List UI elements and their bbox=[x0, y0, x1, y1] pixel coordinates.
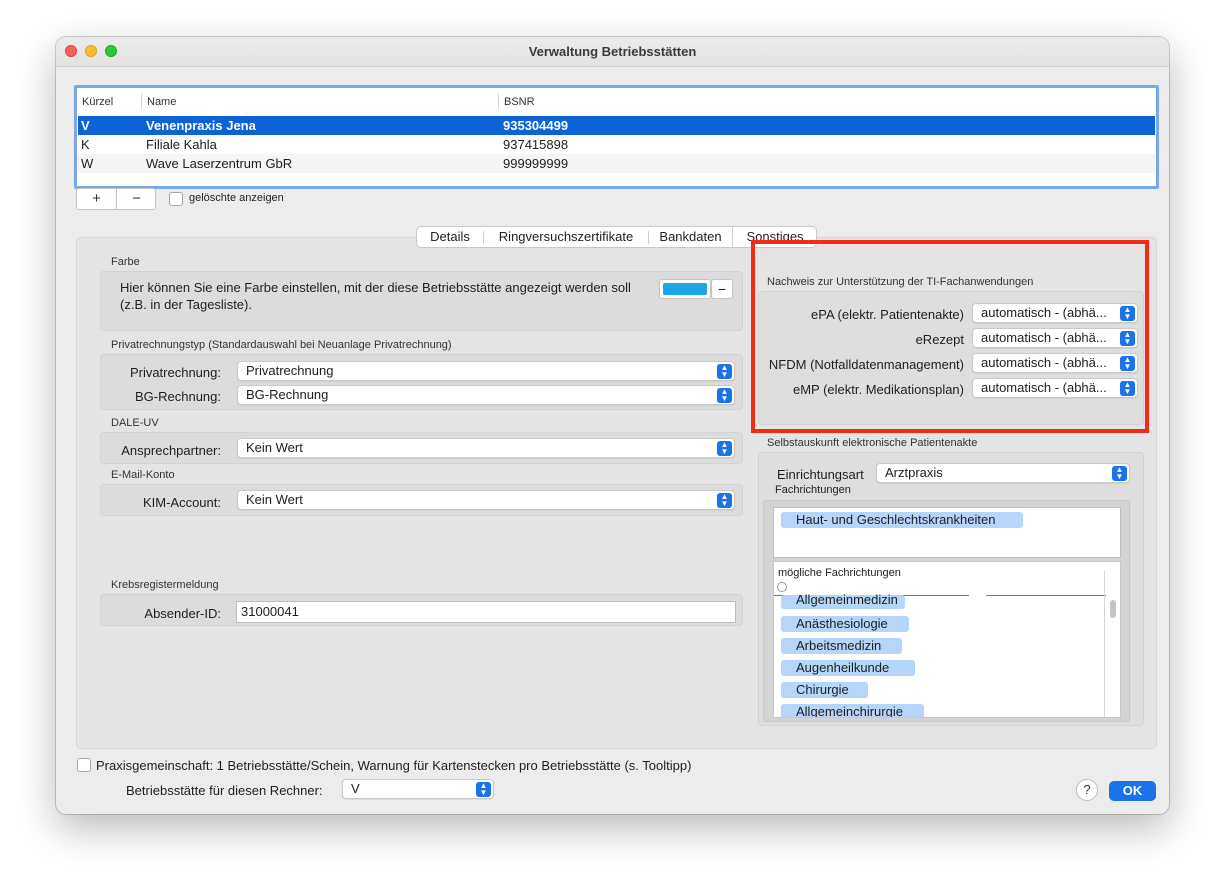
bg-label: BG-Rechnung: bbox=[135, 389, 221, 404]
absender-id-field[interactable]: 31000041 bbox=[236, 601, 736, 623]
chevron-updown-icon: ▲ ▼ bbox=[717, 493, 732, 508]
zoom-icon[interactable] bbox=[105, 45, 117, 57]
scrollbar-thumb[interactable] bbox=[1110, 600, 1116, 618]
add-button[interactable]: + bbox=[77, 189, 116, 209]
window-title: Verwaltung Betriebsstätten bbox=[528, 44, 697, 59]
list-item[interactable]: Chirurgie bbox=[781, 682, 868, 698]
dale-section-label: DALE-UV bbox=[111, 417, 159, 429]
praxisgemeinschaft-checkbox[interactable] bbox=[77, 758, 91, 772]
list-item[interactable]: Augenheilkunde bbox=[781, 660, 915, 676]
ok-button[interactable]: OK bbox=[1109, 781, 1156, 801]
tab-details[interactable]: Details bbox=[417, 227, 483, 247]
minimize-icon[interactable] bbox=[85, 45, 97, 57]
show-deleted-label: gelöschte anzeigen bbox=[189, 192, 284, 204]
close-icon[interactable] bbox=[65, 45, 77, 57]
chevron-updown-icon: ▲ ▼ bbox=[717, 441, 732, 456]
privatrechnung-popup[interactable]: Privatrechnung ▲ ▼ bbox=[237, 361, 735, 381]
praxisgemeinschaft-label: Praxisgemeinschaft: 1 Betriebsstätte/Sch… bbox=[96, 758, 692, 773]
chevron-updown-icon: ▲ ▼ bbox=[1112, 466, 1127, 481]
ansprechpartner-label: Ansprechpartner: bbox=[121, 443, 221, 458]
email-section-label: E-Mail-Konto bbox=[111, 469, 175, 481]
chevron-updown-icon: ▲ ▼ bbox=[476, 782, 491, 797]
krebs-section-label: Krebsregistermeldung bbox=[111, 579, 219, 591]
remove-button[interactable]: − bbox=[117, 189, 156, 209]
window: Verwaltung Betriebsstätten Kürzel Name B… bbox=[56, 37, 1169, 814]
fachrichtungen-label: Fachrichtungen bbox=[775, 484, 851, 496]
farbe-description: Hier können Sie eine Farbe einstellen, m… bbox=[120, 280, 631, 312]
column-header-name[interactable]: Name bbox=[147, 96, 176, 108]
epa-section-label: Selbstauskunft elektronische Patientenak… bbox=[767, 437, 978, 449]
show-deleted-checkbox[interactable] bbox=[169, 192, 183, 206]
kim-account-label: KIM-Account: bbox=[142, 495, 221, 510]
einrichtungsart-label: Einrichtungsart bbox=[777, 467, 864, 482]
table-row[interactable]: V Venenpraxis Jena 935304499 bbox=[78, 116, 1155, 135]
ansprechpartner-popup[interactable]: Kein Wert ▲ ▼ bbox=[237, 438, 735, 458]
list-item[interactable]: Anästhesiologie bbox=[781, 616, 909, 632]
chevron-updown-icon: ▲ ▼ bbox=[717, 388, 732, 403]
column-header-bsnr[interactable]: BSNR bbox=[504, 96, 535, 108]
tab-bankdaten[interactable]: Bankdaten bbox=[649, 227, 732, 247]
clear-color-button[interactable]: − bbox=[711, 279, 733, 299]
privat-section-label: Privatrechnungstyp (Standardauswahl bei … bbox=[111, 339, 452, 351]
list-item[interactable]: Haut- und Geschlechtskrankheiten bbox=[781, 512, 1023, 528]
color-well[interactable] bbox=[659, 279, 711, 299]
title-bar: Verwaltung Betriebsstätten bbox=[56, 37, 1169, 67]
bg-rechnung-popup[interactable]: BG-Rechnung ▲ ▼ bbox=[237, 385, 735, 405]
farbe-section-label: Farbe bbox=[111, 256, 140, 268]
chevron-updown-icon: ▲ ▼ bbox=[717, 364, 732, 379]
radio-icon[interactable] bbox=[777, 582, 787, 592]
column-header-kuerzel[interactable]: Kürzel bbox=[82, 96, 113, 108]
absender-id-label: Absender-ID: bbox=[144, 606, 221, 621]
selected-fachrichtungen-list[interactable]: Haut- und Geschlechtskrankheiten bbox=[773, 507, 1121, 558]
add-remove-control: + − bbox=[76, 188, 156, 210]
moegliche-fachrichtungen-list[interactable]: mögliche Fachrichtungen Allgemeinmedizin… bbox=[773, 561, 1121, 718]
kim-account-popup[interactable]: Kein Wert ▲ ▼ bbox=[237, 490, 735, 510]
table-row[interactable]: K Filiale Kahla 937415898 bbox=[78, 135, 1155, 154]
list-item[interactable]: Allgemeinmedizin bbox=[781, 593, 905, 609]
einrichtungsart-popup[interactable]: Arztpraxis ▲ ▼ bbox=[876, 463, 1130, 483]
tab-ringversuchszertifikate[interactable]: Ringversuchszertifikate bbox=[484, 227, 648, 247]
color-swatch bbox=[663, 283, 707, 295]
privat-label: Privatrechnung: bbox=[129, 365, 221, 380]
moegliche-label: mögliche Fachrichtungen bbox=[778, 567, 901, 579]
highlight-frame bbox=[751, 240, 1149, 433]
help-button[interactable]: ? bbox=[1076, 779, 1098, 801]
list-item[interactable]: Allgemeinchirurgie bbox=[781, 704, 924, 717]
rechner-popup[interactable]: V ▲ ▼ bbox=[342, 779, 494, 799]
list-item[interactable]: Arbeitsmedizin bbox=[781, 638, 902, 654]
betriebsstaetten-table[interactable]: Kürzel Name BSNR V Venenpraxis Jena 9353… bbox=[74, 85, 1159, 189]
table-row[interactable]: W Wave Laserzentrum GbR 999999999 bbox=[78, 154, 1155, 173]
rechner-label: Betriebsstätte für diesen Rechner: bbox=[126, 783, 323, 798]
